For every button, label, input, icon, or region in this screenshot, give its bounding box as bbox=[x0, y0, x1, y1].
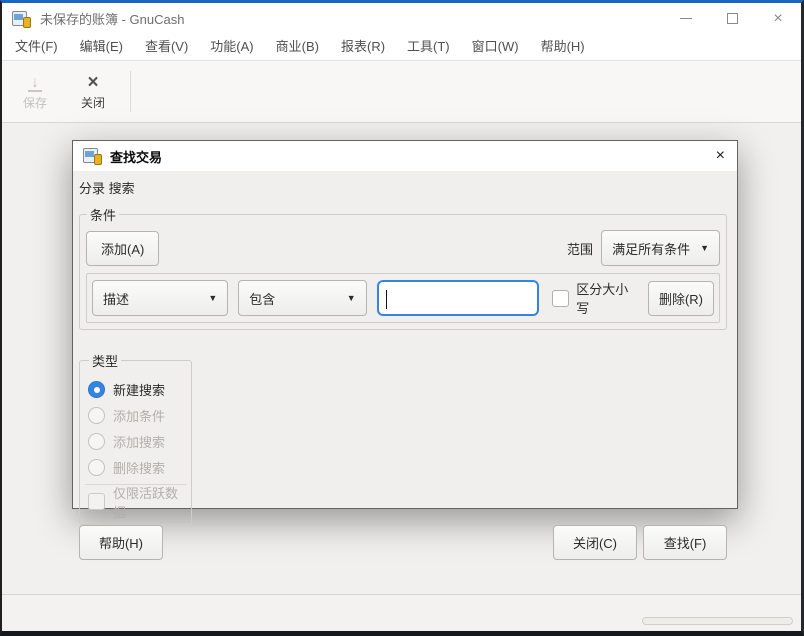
radio-icon bbox=[88, 459, 105, 476]
close-tab-icon: × bbox=[87, 72, 98, 92]
radio-label: 删除搜索 bbox=[113, 458, 165, 477]
menu-help[interactable]: 帮助(H) bbox=[530, 34, 596, 60]
toolbar-separator bbox=[130, 71, 131, 112]
radio-delete-search: 删除搜索 bbox=[88, 456, 183, 479]
minimize-icon bbox=[680, 18, 692, 19]
window-title: 未保存的账簿 - GnuCash bbox=[40, 9, 663, 28]
radio-refine-search: 添加条件 bbox=[88, 404, 183, 427]
field-dropdown[interactable]: 描述 ▼ bbox=[92, 280, 228, 316]
menu-tools[interactable]: 工具(T) bbox=[396, 34, 461, 60]
text-cursor bbox=[386, 290, 387, 309]
toolbar-save-label: 保存 bbox=[23, 94, 47, 111]
gnucash-main-window: 未保存的账簿 - GnuCash × 文件(F) 编辑(E) 查看(V) 功能(… bbox=[0, 0, 804, 636]
maximize-icon bbox=[727, 13, 738, 24]
toolbar: ↓ 保存 × 关闭 bbox=[2, 61, 801, 123]
menu-edit[interactable]: 编辑(E) bbox=[69, 34, 134, 60]
criteria-toolbar-row: 添加(A) 范围 满足所有条件 ▼ bbox=[86, 230, 720, 266]
radio-new-search[interactable]: 新建搜索 bbox=[88, 378, 183, 401]
case-sensitive-label: 区分大小写 bbox=[576, 279, 640, 317]
range-label: 范围 bbox=[567, 239, 593, 258]
progress-bar bbox=[642, 617, 793, 625]
find-transactions-dialog: 查找交易 × 分录 搜索 条件 添加(A) 范围 满足所有条件 ▼ bbox=[72, 140, 738, 509]
criteria-group: 条件 添加(A) 范围 满足所有条件 ▼ 描述 ▼ bbox=[79, 205, 727, 330]
close-button[interactable]: × bbox=[755, 3, 801, 34]
field-dropdown-value: 描述 bbox=[103, 289, 129, 308]
range-group: 范围 满足所有条件 ▼ bbox=[567, 230, 720, 266]
menu-reports[interactable]: 报表(R) bbox=[330, 34, 396, 60]
radio-label: 添加搜索 bbox=[113, 432, 165, 451]
search-text-input[interactable] bbox=[377, 280, 540, 316]
criteria-legend: 条件 bbox=[87, 205, 119, 224]
radio-icon bbox=[88, 433, 105, 450]
menubar: 文件(F) 编辑(E) 查看(V) 功能(A) 商业(B) 报表(R) 工具(T… bbox=[2, 34, 801, 61]
toolbar-close-button[interactable]: × 关闭 bbox=[64, 66, 122, 117]
range-dropdown[interactable]: 满足所有条件 ▼ bbox=[601, 230, 720, 266]
active-only-option: 仅限活跃数据 bbox=[88, 490, 183, 513]
menu-actions[interactable]: 功能(A) bbox=[199, 34, 264, 60]
dialog-close-action-button[interactable]: 关闭(C) bbox=[553, 525, 637, 560]
operator-dropdown[interactable]: 包含 ▼ bbox=[238, 280, 366, 316]
split-search-label: 分录 搜索 bbox=[79, 178, 727, 197]
gnucash-app-icon bbox=[12, 10, 31, 28]
add-criterion-button[interactable]: 添加(A) bbox=[86, 231, 159, 266]
menu-view[interactable]: 查看(V) bbox=[134, 34, 199, 60]
remove-criterion-button[interactable]: 删除(R) bbox=[648, 281, 714, 316]
radio-add-search: 添加搜索 bbox=[88, 430, 183, 453]
range-dropdown-value: 满足所有条件 bbox=[612, 239, 690, 258]
menu-windows[interactable]: 窗口(W) bbox=[461, 34, 530, 60]
chevron-down-icon: ▼ bbox=[347, 293, 356, 303]
radio-label: 新建搜索 bbox=[113, 380, 165, 399]
criteria-list-frame: 描述 ▼ 包含 ▼ 区分大小写 删除(R) bbox=[86, 273, 720, 323]
radio-label: 添加条件 bbox=[113, 406, 165, 425]
find-button[interactable]: 查找(F) bbox=[643, 525, 727, 560]
type-legend: 类型 bbox=[89, 351, 121, 370]
toolbar-save-button: ↓ 保存 bbox=[6, 66, 64, 117]
menu-file[interactable]: 文件(F) bbox=[4, 34, 69, 60]
radio-icon bbox=[88, 381, 105, 398]
close-icon: × bbox=[773, 11, 782, 27]
radio-icon bbox=[88, 407, 105, 424]
chevron-down-icon: ▼ bbox=[700, 243, 709, 253]
chevron-down-icon: ▼ bbox=[208, 293, 217, 303]
minimize-button[interactable] bbox=[663, 3, 709, 34]
window-titlebar: 未保存的账簿 - GnuCash × bbox=[2, 3, 801, 34]
dialog-titlebar: 查找交易 × bbox=[73, 141, 737, 171]
dialog-body: 分录 搜索 条件 添加(A) 范围 满足所有条件 ▼ bbox=[73, 171, 737, 570]
operator-dropdown-value: 包含 bbox=[249, 289, 275, 308]
dialog-footer: 帮助(H) 关闭(C) 查找(F) bbox=[79, 525, 727, 562]
window-controls: × bbox=[663, 3, 801, 34]
menu-business[interactable]: 商业(B) bbox=[265, 34, 330, 60]
case-sensitive-group: 区分大小写 bbox=[552, 279, 640, 317]
dialog-close-button[interactable]: × bbox=[716, 148, 725, 164]
active-only-checkbox bbox=[88, 493, 105, 510]
case-sensitive-checkbox[interactable] bbox=[552, 290, 569, 307]
toolbar-close-label: 关闭 bbox=[81, 94, 105, 111]
dialog-title: 查找交易 bbox=[110, 147, 716, 166]
maximize-button[interactable] bbox=[709, 3, 755, 34]
statusbar bbox=[2, 594, 801, 631]
search-type-group: 类型 新建搜索 添加条件 添加搜索 删除搜索 bbox=[79, 351, 192, 525]
active-only-label: 仅限活跃数据 bbox=[113, 483, 183, 521]
save-icon: ↓ bbox=[28, 72, 42, 92]
help-button[interactable]: 帮助(H) bbox=[79, 525, 163, 560]
dialog-app-icon bbox=[83, 147, 102, 165]
